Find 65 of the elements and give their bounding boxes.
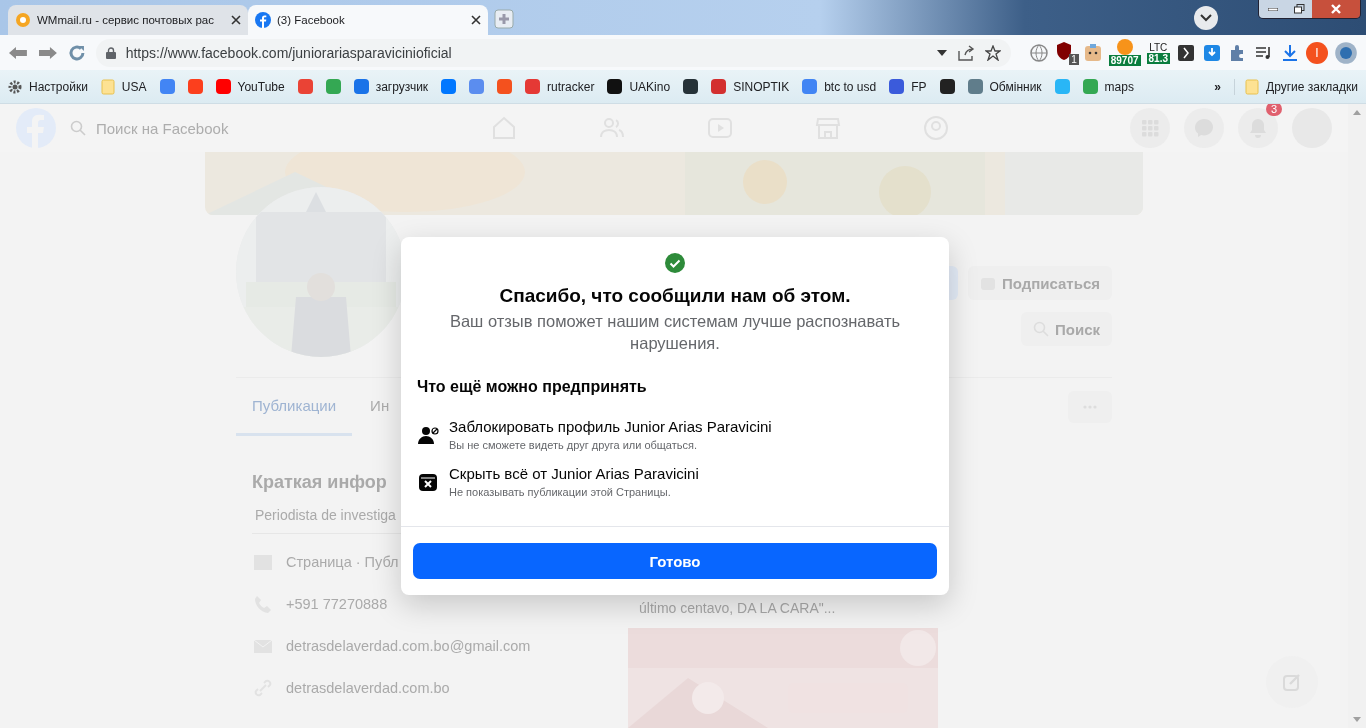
folder-icon [1245,78,1260,95]
action-option[interactable]: Скрыть всё от Junior Arias Paravicini Не показывать публикации этой Страницы. [401,461,949,508]
check-icon [665,253,685,273]
intro-title: Краткая инфор [252,472,387,493]
reload-icon[interactable] [67,43,86,62]
dropdown-icon[interactable] [936,49,947,56]
bookmark-label[interactable]: SINOPTIK [733,79,790,94]
post-text: último centavo, DA LA CARA"... [638,600,836,616]
intro-detail: +591 77270888 [286,596,388,612]
chevron-down-icon [1200,14,1212,22]
section-heading: Что ещё можно предпринять [416,377,648,397]
forward-icon[interactable] [37,45,58,60]
more-bookmarks[interactable]: » [1214,79,1222,94]
bookmark-label[interactable]: Обмінник [989,79,1042,94]
done-button[interactable]: Готово [413,543,937,579]
bookmark-label[interactable]: YouTube [237,79,285,94]
close-icon[interactable] [471,15,481,25]
coin-icon[interactable] [1116,39,1133,55]
close-icon [1331,4,1341,14]
restore-button[interactable] [1286,0,1312,18]
restore-icon [1293,4,1305,14]
download-icon[interactable] [1280,42,1300,63]
badge-count: 1 [1069,53,1079,65]
settings-icon [8,79,22,94]
search-icon [70,120,86,136]
window-close-button[interactable] [1312,0,1360,18]
download-icon[interactable] [1202,42,1222,63]
bracket-icon[interactable] [1176,42,1196,63]
dialog-subtitle: Ваш отзыв поможет нашим системам лучше распознавать нарушения. [448,311,902,354]
bookmark-label[interactable]: USA [121,79,147,94]
bookmark-label[interactable]: Настройки [29,79,88,94]
browser-tab[interactable]: WMmail.ru - сервис почтовых рас [8,5,248,35]
minimize-icon [1267,7,1278,11]
bookmark-label[interactable]: rutracker [547,79,595,94]
back-icon[interactable] [8,45,28,60]
intro-bio: Periodista de investiga [255,507,396,523]
dialog-title: Спасибо, что сообщили нам об этом. [499,285,851,307]
scroll-down-icon[interactable] [1353,717,1361,722]
facebook-logo-icon [255,12,271,28]
intro-detail: Страница · Публ [286,554,399,570]
browser-tab[interactable]: (3) Facebook [248,5,488,35]
bookmark-label[interactable]: maps [1104,79,1134,94]
scroll-up-icon[interactable] [1353,110,1361,115]
price-badge: 89707 [1108,55,1141,66]
bookmark-label[interactable]: загрузчик [375,79,429,94]
face-icon[interactable] [1082,42,1103,63]
notification-badge: 3 [1265,104,1282,116]
folder-icon [100,78,115,95]
bookmark-label[interactable]: Другие закладки [1266,79,1358,94]
address-bar[interactable]: https://www.facebook.com/juniorariasparavicinioficial [95,38,1011,67]
bookmark-label[interactable]: btc to usd [824,79,877,94]
star-icon[interactable] [984,44,1001,61]
share-icon[interactable] [956,44,975,61]
close-icon[interactable] [231,15,241,25]
bookmark-label[interactable]: FP [911,79,927,94]
url-text: https://www.facebook.com/juniorariasparavicinioficial [125,44,453,61]
search-field[interactable]: Поиск на Facebook [94,118,248,138]
ticker-label: LTC [1149,41,1168,53]
tab-search-button[interactable] [1194,6,1218,30]
lock-icon [105,46,116,59]
new-tab-icon[interactable] [494,9,514,29]
globe-icon[interactable] [1028,42,1049,63]
mail-logo-icon [15,12,31,28]
price-badge: 81.3 [1146,52,1170,64]
bookmark-label[interactable]: UAKino [629,79,671,94]
